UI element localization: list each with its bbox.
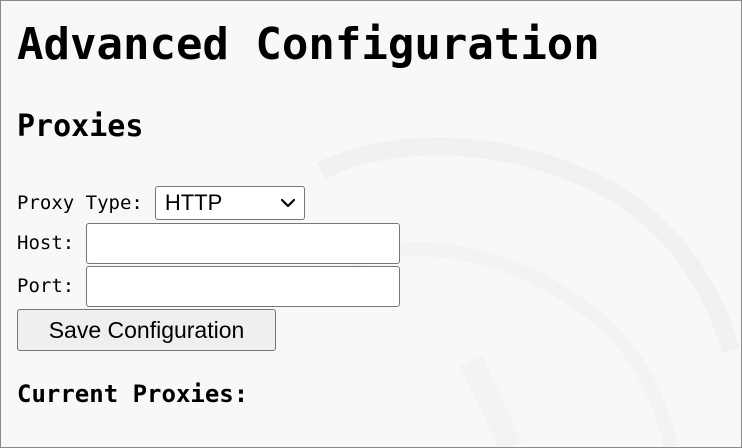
port-row: Port: [17, 265, 401, 307]
main-content: Advanced Configuration Proxies Proxy Typ… [17, 1, 741, 447]
page-frame: Advanced Configuration Proxies Proxy Typ… [0, 0, 742, 448]
host-input[interactable] [86, 222, 401, 264]
section-title-proxies: Proxies [17, 109, 144, 144]
current-proxies-title: Current Proxies: [17, 380, 249, 408]
port-input[interactable] [86, 265, 401, 307]
chevron-down-icon [280, 198, 295, 208]
proxy-type-label: Proxy Type: [17, 192, 143, 214]
save-configuration-button[interactable]: Save Configuration [17, 309, 276, 351]
proxy-type-selected-value: HTTP [164, 190, 223, 215]
host-label: Host: [17, 232, 75, 254]
port-label: Port: [17, 275, 75, 297]
page-title: Advanced Configuration [17, 19, 600, 70]
proxy-type-row: Proxy Type: HTTP [17, 182, 305, 224]
proxy-type-select[interactable]: HTTP [154, 186, 305, 220]
host-row: Host: [17, 222, 401, 264]
